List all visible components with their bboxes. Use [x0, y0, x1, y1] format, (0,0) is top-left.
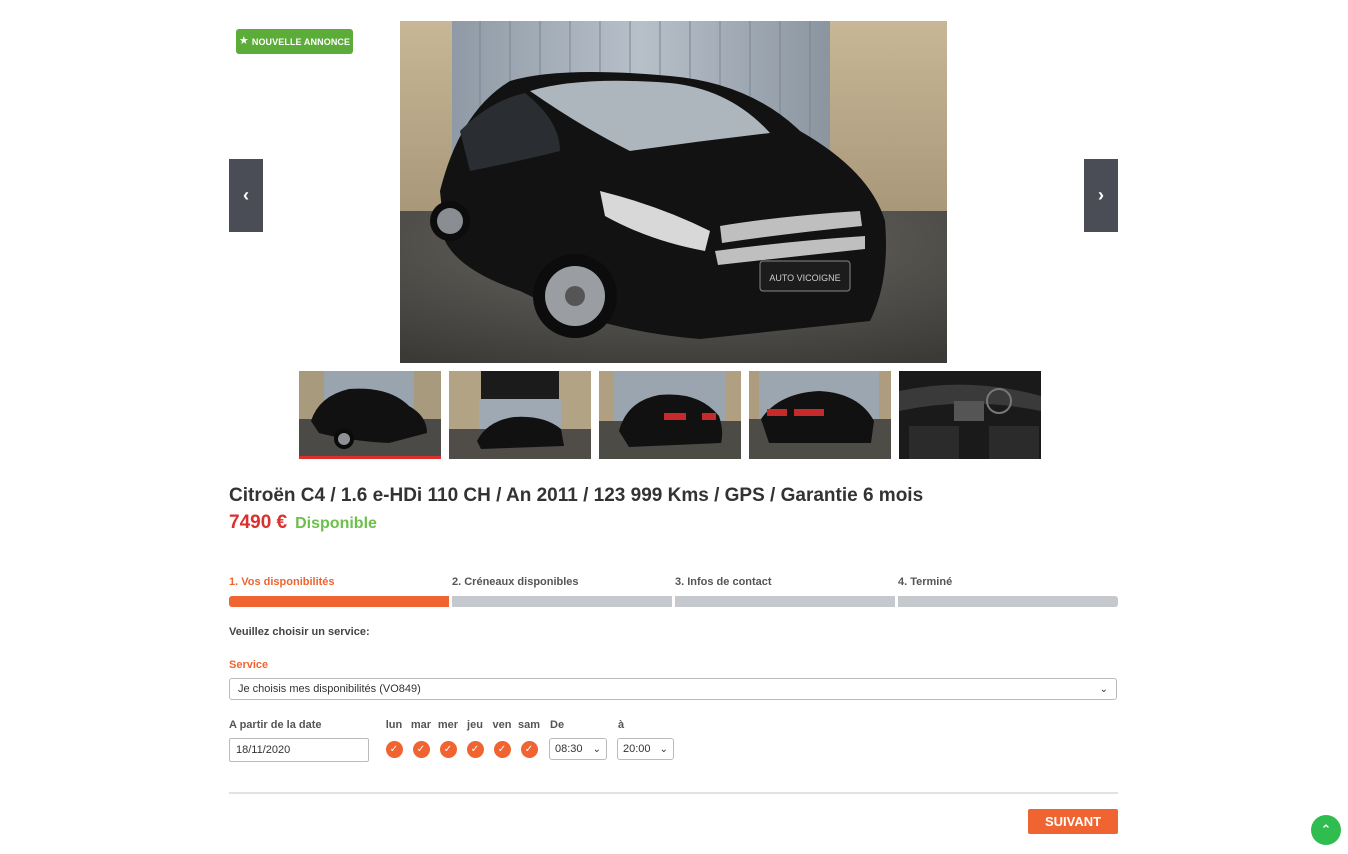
from-time-select[interactable]: 08:30 ⌄ [549, 738, 607, 760]
thumbnail-front-with-sign[interactable] [449, 371, 591, 459]
step-slots: 2. Créneaux disponibles [452, 576, 672, 607]
check-icon[interactable]: ✓ [520, 741, 538, 758]
day-name: mar [410, 719, 432, 731]
listing-price: 7490 € [229, 512, 288, 533]
badge-label: NOUVELLE ANNONCE [251, 36, 351, 47]
thumbnail-interior-dashboard[interactable] [899, 371, 1041, 459]
day-saturday: sam ✓ [518, 719, 540, 758]
step-progress-bar [898, 596, 1118, 607]
step-progress-bar [452, 596, 672, 607]
day-wednesday: mer ✓ [437, 719, 459, 758]
service-select-value: Je choisis mes disponibilités (VO849) [238, 683, 421, 695]
day-name: jeu [467, 719, 483, 731]
check-icon[interactable]: ✓ [493, 741, 511, 758]
start-date-value: 18/11/2020 [236, 744, 291, 756]
form-divider [229, 792, 1118, 794]
day-thursday: jeu ✓ [464, 719, 486, 758]
to-time-value: 20:00 [623, 743, 651, 755]
start-date-input[interactable]: 18/11/2020 [229, 738, 369, 762]
day-tuesday: mar ✓ [410, 719, 432, 758]
plate-text: AUTO VICOIGNE [769, 273, 840, 283]
service-label: Service [229, 659, 269, 671]
step-label: 4. Terminé [898, 576, 953, 588]
check-icon[interactable]: ✓ [385, 741, 403, 758]
check-icon[interactable]: ✓ [412, 741, 430, 758]
listing-title: Citroën C4 / 1.6 e-HDi 110 CH / An 2011 … [229, 485, 924, 506]
check-icon[interactable]: ✓ [466, 741, 484, 758]
gallery-next-button[interactable]: › [1084, 159, 1118, 232]
thumbnail-rear-three-quarter-left[interactable] [749, 371, 891, 459]
step-label: 1. Vos disponibilités [229, 576, 335, 588]
chevron-left-icon: ‹ [243, 185, 249, 205]
step-availabilities: 1. Vos disponibilités [229, 576, 449, 607]
from-time-value: 08:30 [555, 743, 583, 755]
availability-status: Disponible [295, 515, 377, 532]
service-question: Veuillez choisir un service: [229, 626, 370, 638]
price-row: 7490 € Disponible [229, 512, 377, 534]
to-time-select[interactable]: 20:00 ⌄ [617, 738, 674, 760]
step-progress-bar [675, 596, 895, 607]
to-time-label: à [618, 719, 625, 731]
chevron-down-icon: ⌄ [659, 743, 668, 755]
check-icon[interactable]: ✓ [439, 741, 457, 758]
star-icon: ★ [238, 35, 249, 47]
scroll-to-top-button[interactable]: ⌃ [1311, 815, 1341, 845]
day-name: ven [492, 719, 512, 731]
thumbnail-strip [299, 371, 1041, 459]
step-label: 3. Infos de contact [675, 576, 772, 588]
chevron-right-icon: › [1098, 185, 1104, 205]
day-name: mer [437, 719, 459, 731]
day-friday: ven ✓ [491, 719, 513, 758]
thumbnail-rear-three-quarter-right[interactable] [599, 371, 741, 459]
step-label: 2. Créneaux disponibles [452, 576, 579, 588]
step-done: 4. Terminé [898, 576, 1118, 607]
next-button[interactable]: SUIVANT [1028, 809, 1118, 834]
weekday-selector: lun ✓ mar ✓ mer ✓ jeu ✓ ven ✓ sam ✓ [383, 719, 540, 758]
booking-steps: 1. Vos disponibilités 2. Créneaux dispon… [229, 576, 1118, 607]
main-car-photo[interactable]: AUTO VICOIGNE [400, 21, 947, 363]
chevron-down-icon: ⌄ [592, 743, 601, 755]
new-listing-badge: ★ NOUVELLE ANNONCE [236, 29, 353, 54]
step-contact: 3. Infos de contact [675, 576, 895, 607]
day-name: lun [385, 719, 403, 731]
chevron-up-icon: ⌃ [1320, 822, 1332, 837]
step-progress-bar [229, 596, 449, 607]
thumbnail-front-three-quarter[interactable] [299, 371, 441, 459]
gallery-prev-button[interactable]: ‹ [229, 159, 263, 232]
day-name: sam [517, 719, 541, 731]
date-label: A partir de la date [229, 719, 322, 731]
from-time-label: De [550, 719, 565, 731]
service-select[interactable]: Je choisis mes disponibilités (VO849) ⌄ [229, 678, 1117, 700]
chevron-down-icon: ⌄ [1099, 683, 1108, 695]
day-monday: lun ✓ [383, 719, 405, 758]
